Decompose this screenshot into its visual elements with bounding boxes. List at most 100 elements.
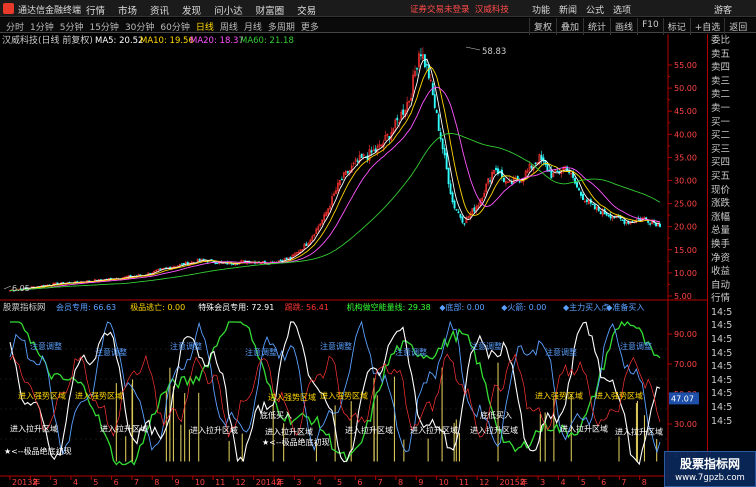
menu-function[interactable]: 功能 bbox=[532, 3, 550, 16]
date-tick-label: 12 bbox=[235, 478, 245, 487]
candle-body bbox=[374, 148, 377, 152]
panel-item-bid1: 买一 bbox=[711, 116, 731, 128]
chart-canvas[interactable]: 55.0050.0045.0040.0035.0030.0025.0020.00… bbox=[0, 34, 707, 487]
candle-body bbox=[340, 178, 343, 181]
stock-title: 汉威科技(日线 前复权) bbox=[2, 34, 93, 46]
candle-body bbox=[159, 268, 162, 270]
signal-strong-label: 进入强势区域 bbox=[595, 391, 643, 401]
candle-body bbox=[495, 167, 497, 171]
statistics-button[interactable]: 统计 bbox=[583, 18, 610, 35]
main-kline-chart[interactable] bbox=[3, 46, 661, 292]
candle-body bbox=[631, 221, 634, 223]
candle-body bbox=[576, 182, 578, 188]
price-tick-label: 25.00 bbox=[674, 200, 697, 209]
panel-item-ask1: 卖一 bbox=[711, 102, 731, 114]
panel-item-change-pct: 涨幅 bbox=[711, 211, 731, 223]
tab-5min[interactable]: 5分钟 bbox=[60, 20, 84, 33]
draw-line-button[interactable]: 画线 bbox=[610, 18, 637, 35]
guest-label[interactable]: 游客 bbox=[714, 3, 732, 16]
tab-multi-period[interactable]: 多周期 bbox=[268, 20, 295, 33]
indicator-tab-name: 股票指标网 bbox=[3, 302, 46, 313]
candle-body bbox=[649, 223, 652, 225]
signal-strong-label: 进入强势区域 bbox=[268, 392, 316, 402]
tab-more[interactable]: 更多 bbox=[301, 20, 319, 33]
signal-pull-label: 进入拉升区域 bbox=[265, 427, 313, 437]
chart-tools: 复权 叠加 统计 画线 F10 标记 +自选 返回 bbox=[529, 18, 751, 35]
date-tick-label: 4 bbox=[560, 478, 565, 487]
price-tick-label: 45.00 bbox=[674, 107, 697, 116]
panel-item-bid4: 买四 bbox=[711, 157, 731, 169]
indicator-legend-item: ◆准备买入 bbox=[606, 302, 644, 312]
candle-body bbox=[578, 188, 580, 191]
menu-options[interactable]: 选项 bbox=[613, 3, 631, 16]
date-tick-label: 2 bbox=[32, 478, 37, 487]
panel-item-quotes[interactable]: 行情 bbox=[708, 292, 756, 306]
tab-30min[interactable]: 30分钟 bbox=[125, 20, 154, 33]
tab-intraday[interactable]: 分时 bbox=[6, 20, 24, 33]
overlay-button[interactable]: 叠加 bbox=[556, 18, 583, 35]
date-tick-label: 8 bbox=[154, 478, 159, 487]
tab-monthly[interactable]: 月线 bbox=[244, 20, 262, 33]
ma5-legend: MA5: 20.52 bbox=[95, 36, 143, 46]
back-button[interactable]: 返回 bbox=[724, 18, 751, 35]
tab-15min[interactable]: 15分钟 bbox=[89, 20, 118, 33]
signal-low-buy-label: 底低买入 bbox=[260, 410, 292, 420]
tab-weekly[interactable]: 周线 bbox=[220, 20, 238, 33]
add-watchlist-button[interactable]: +自选 bbox=[689, 18, 725, 35]
menu-trade[interactable]: 交易 bbox=[297, 3, 316, 17]
date-tick-label: 7 bbox=[621, 478, 626, 487]
candle-body bbox=[585, 199, 588, 202]
date-tick-label: 4 bbox=[73, 478, 78, 487]
menu-news[interactable]: 资讯 bbox=[150, 3, 169, 17]
tab-1min[interactable]: 1分钟 bbox=[30, 20, 54, 33]
tab-60min[interactable]: 60分钟 bbox=[160, 20, 189, 33]
tab-daily[interactable]: 日线 bbox=[196, 20, 214, 33]
candle-body bbox=[420, 54, 422, 57]
notice-stock: 汉威科技 bbox=[474, 5, 509, 15]
tick-time: 14:5 bbox=[711, 415, 733, 427]
restore-rights-button[interactable]: 复权 bbox=[529, 18, 556, 35]
date-tick-label: 5 bbox=[337, 478, 342, 487]
date-tick-label: 11 bbox=[215, 478, 225, 487]
date-tick-label: 2 bbox=[276, 478, 281, 487]
menu-market[interactable]: 市场 bbox=[118, 3, 137, 17]
candle-body bbox=[435, 109, 438, 113]
indicator-legend-item: 特殊会员专用: 72.91 bbox=[198, 302, 274, 312]
candle-body bbox=[534, 162, 537, 164]
menu-ask[interactable]: 问小达 bbox=[214, 3, 243, 17]
signal-watch-label: 注意调整 bbox=[320, 341, 352, 351]
f10-button[interactable]: F10 bbox=[637, 18, 663, 35]
candle-body bbox=[447, 167, 450, 184]
date-tick-label: 8 bbox=[398, 478, 403, 487]
menu-newsfeed[interactable]: 新闻 bbox=[559, 3, 577, 16]
candle-body bbox=[461, 216, 464, 223]
ma20-line bbox=[9, 86, 661, 291]
candle-body bbox=[346, 170, 349, 174]
current-value-label: 47.07 bbox=[671, 394, 694, 403]
panel-item-ask2: 卖二 bbox=[711, 89, 731, 101]
date-tick-label: 12 bbox=[479, 478, 489, 487]
panel-item-auto[interactable]: 自动 bbox=[708, 279, 756, 293]
app-logo-icon bbox=[3, 3, 14, 14]
price-tick-label: 55.00 bbox=[674, 61, 697, 70]
candle-body bbox=[540, 155, 543, 161]
login-notice[interactable]: 证券交易未登录 汉威科技 bbox=[410, 3, 509, 15]
menu-quotes[interactable]: 行情 bbox=[86, 3, 105, 17]
candle-body bbox=[582, 193, 584, 201]
panel-item-bid3: 买三 bbox=[711, 143, 731, 155]
menu-wealth[interactable]: 财富圈 bbox=[256, 3, 285, 17]
candle-body bbox=[180, 263, 183, 265]
watermark-url: www.7gpzb.com bbox=[675, 473, 745, 483]
candle-body bbox=[455, 209, 458, 211]
candle-body bbox=[210, 258, 213, 261]
watermark-logo: 股票指标网 www.7gpzb.com bbox=[664, 451, 756, 487]
chart-labels: 汉威科技(日线 前复权) MA5: 20.52 MA10: 19.56 MA20… bbox=[2, 34, 506, 293]
menu-discover[interactable]: 发现 bbox=[182, 3, 201, 17]
indicator-chart[interactable]: 股票指标网 会员专用: 66.63 极品逃亡: 0.00 特殊会员专用: 72.91 踢… bbox=[3, 302, 699, 466]
panel-item-bid2: 买二 bbox=[711, 130, 731, 142]
menu-formula[interactable]: 公式 bbox=[586, 3, 604, 16]
candle-body bbox=[580, 191, 582, 196]
candle-body bbox=[546, 163, 549, 172]
panel-item-order-ratio: 委比 bbox=[711, 35, 731, 46]
mark-button[interactable]: 标记 bbox=[662, 18, 690, 35]
